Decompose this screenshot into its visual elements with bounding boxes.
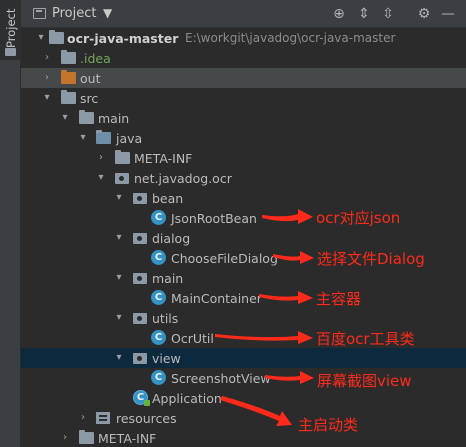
class-icon: C — [151, 290, 166, 305]
tree-label-main-package: main — [152, 271, 184, 286]
tree-label-json-root-bean: JsonRootBean — [171, 211, 257, 226]
chevron-down-icon[interactable]: ▾ — [113, 230, 125, 246]
project-root-name: ocr-java-master — [67, 31, 179, 46]
chevron-right-icon[interactable]: › — [77, 410, 89, 426]
chevron-right-icon[interactable]: › — [41, 70, 53, 86]
tree-label-main-container: MainContainer — [171, 291, 262, 306]
chevron-down-icon[interactable]: ▾ — [113, 310, 125, 326]
hide-icon[interactable]: — — [438, 4, 458, 24]
tree-row-utils[interactable]: ▾ utils — [21, 308, 466, 328]
tree-label-screenshot-view: ScreenshotView — [171, 371, 271, 386]
tree-label-ocr-util: OcrUtil — [171, 331, 214, 346]
chevron-right-icon[interactable]: › — [41, 50, 53, 66]
tree-row-view[interactable]: ▾ view — [21, 348, 466, 368]
tree-label-java: java — [116, 131, 143, 146]
tree-label-utils: utils — [152, 311, 179, 326]
tree-row-main[interactable]: ▾ main — [21, 108, 466, 128]
tree-label-src: src — [80, 91, 99, 106]
folder-icon — [61, 70, 76, 84]
tree-row-package[interactable]: ▾ net.javadog.ocr — [21, 168, 466, 188]
tree-row-meta-inf-inner[interactable]: › META-INF — [21, 148, 466, 168]
folder-icon — [79, 430, 94, 444]
package-icon — [115, 173, 129, 184]
class-icon: C — [151, 250, 166, 265]
folder-icon — [49, 30, 64, 44]
tree-row-resources[interactable]: › resources — [21, 408, 466, 428]
project-tool-tab[interactable]: Project — [0, 0, 21, 60]
tree-row-bean[interactable]: ▾ bean — [21, 188, 466, 208]
class-icon: C — [151, 210, 166, 225]
project-view-icon — [33, 8, 46, 19]
project-panel-header: Project ▼ ⊕ ⇕ ⇳ ⚙ — — [21, 0, 466, 28]
settings-icon[interactable]: ⚙ — [414, 4, 434, 24]
tree-row-main-package[interactable]: ▾ main — [21, 268, 466, 288]
project-tool-tab-label: Project — [4, 8, 18, 48]
annotation-application: 主启动类 — [298, 416, 359, 434]
chevron-down-icon[interactable]: ▾ — [113, 190, 125, 206]
chevron-down-icon[interactable]: ▾ — [77, 130, 89, 146]
chevron-down-icon[interactable]: ▾ — [113, 350, 125, 366]
tree-label-main: main — [98, 111, 130, 126]
folder-icon — [115, 150, 130, 164]
tree-row-java[interactable]: ▾ java — [21, 128, 466, 148]
chevron-down-icon[interactable]: ▼ — [103, 6, 112, 20]
tree-row-main-container[interactable]: C MainContainer — [21, 288, 466, 308]
project-root-path: E:\workgit\javadog\ocr-java-master — [185, 31, 396, 45]
locate-icon[interactable]: ⊕ — [329, 4, 349, 24]
tree-row-dialog[interactable]: ▾ dialog — [21, 228, 466, 248]
annotation-json-root-bean: ocr对应json — [316, 209, 401, 227]
annotation-main-container: 主容器 — [316, 290, 362, 308]
tree-row-application[interactable]: C Application — [21, 388, 466, 408]
tree-label-out: out — [80, 71, 101, 86]
class-icon: C — [151, 370, 166, 385]
tree-label-choose-file-dialog: ChooseFileDialog — [171, 251, 278, 266]
chevron-down-icon[interactable]: ▾ — [35, 30, 47, 46]
project-view-title[interactable]: Project — [52, 6, 96, 21]
tree-row-idea[interactable]: › .idea — [21, 48, 466, 68]
class-icon: C — [151, 330, 166, 345]
annotation-ocr-util: 百度ocr工具类 — [316, 330, 415, 348]
collapse-all-icon[interactable]: ⇳ — [378, 4, 398, 24]
tree-label-package: net.javadog.ocr — [134, 171, 232, 186]
chevron-down-icon[interactable]: ▾ — [113, 270, 125, 286]
package-icon — [133, 313, 147, 324]
tool-window-strip: Project — [0, 0, 21, 447]
chevron-down-icon[interactable]: ▾ — [95, 170, 107, 186]
tree-label-resources: resources — [116, 411, 177, 426]
tree-label-idea: .idea — [80, 51, 111, 66]
tree-label-meta-inf-outer: META-INF — [98, 431, 157, 446]
expand-all-icon[interactable]: ⇕ — [354, 4, 374, 24]
folder-icon — [79, 110, 94, 124]
tree-label-dialog: dialog — [152, 231, 191, 246]
tree-label-meta-inf: META-INF — [134, 151, 193, 166]
chevron-right-icon[interactable]: › — [59, 430, 71, 446]
package-icon — [133, 353, 147, 364]
annotation-screenshot-view: 屏幕截图view — [317, 372, 412, 390]
package-icon — [133, 273, 147, 284]
tree-row-root[interactable]: ▾ ocr-java-master E:\workgit\javadog\ocr… — [21, 28, 466, 48]
runnable-class-icon: C — [133, 390, 150, 406]
folder-icon — [61, 50, 76, 64]
annotation-choose-file-dialog: 选择文件Dialog — [317, 250, 425, 268]
tree-label-application: Application — [152, 391, 222, 406]
resources-folder-icon — [96, 412, 110, 424]
tree-row-src[interactable]: ▾ src — [21, 88, 466, 108]
chevron-down-icon[interactable]: ▾ — [41, 90, 53, 106]
tree-row-meta-inf-outer[interactable]: › META-INF — [21, 428, 466, 447]
tree-label-view: view — [152, 351, 181, 366]
package-icon — [133, 233, 147, 244]
tree-row-out[interactable]: › out — [21, 68, 466, 88]
source-folder-icon — [96, 130, 111, 144]
tree-label-bean: bean — [152, 191, 184, 206]
chevron-right-icon[interactable]: › — [95, 150, 107, 166]
chevron-down-icon[interactable]: ▾ — [59, 110, 71, 126]
folder-icon — [61, 90, 76, 104]
folder-icon — [5, 48, 16, 56]
package-icon — [133, 193, 147, 204]
